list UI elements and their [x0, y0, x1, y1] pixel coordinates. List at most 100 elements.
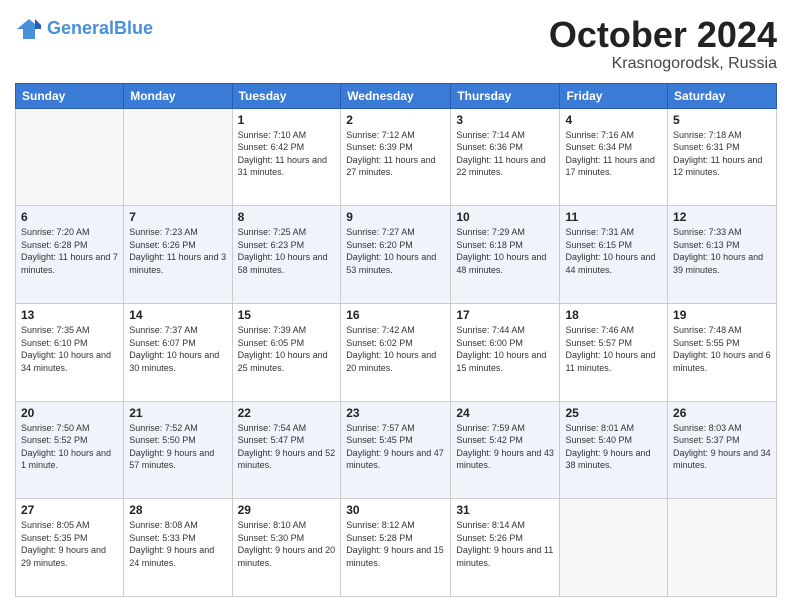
calendar-cell: 14 Sunrise: 7:37 AM Sunset: 6:07 PM Dayli…: [124, 303, 232, 401]
day-number: 30: [346, 503, 445, 517]
logo-line1: General: [47, 18, 114, 38]
weekday-header-tuesday: Tuesday: [232, 83, 341, 108]
day-info: Sunrise: 7:54 AM Sunset: 5:47 PM Dayligh…: [238, 422, 336, 472]
day-number: 14: [129, 308, 226, 322]
day-number: 21: [129, 406, 226, 420]
day-number: 16: [346, 308, 445, 322]
calendar-cell: 5 Sunrise: 7:18 AM Sunset: 6:31 PM Daylig…: [668, 108, 777, 206]
day-info: Sunrise: 8:08 AM Sunset: 5:33 PM Dayligh…: [129, 519, 226, 569]
day-info: Sunrise: 7:50 AM Sunset: 5:52 PM Dayligh…: [21, 422, 118, 472]
day-info: Sunrise: 7:16 AM Sunset: 6:34 PM Dayligh…: [565, 129, 662, 179]
calendar-page: GeneralBlue October 2024 Krasnogorodsk, …: [0, 0, 792, 612]
day-info: Sunrise: 7:33 AM Sunset: 6:13 PM Dayligh…: [673, 226, 771, 276]
day-info: Sunrise: 7:52 AM Sunset: 5:50 PM Dayligh…: [129, 422, 226, 472]
day-info: Sunrise: 7:42 AM Sunset: 6:02 PM Dayligh…: [346, 324, 445, 374]
weekday-header-row: SundayMondayTuesdayWednesdayThursdayFrid…: [16, 83, 777, 108]
calendar-cell: 2 Sunrise: 7:12 AM Sunset: 6:39 PM Daylig…: [341, 108, 451, 206]
day-info: Sunrise: 8:12 AM Sunset: 5:28 PM Dayligh…: [346, 519, 445, 569]
calendar-cell: 12 Sunrise: 7:33 AM Sunset: 6:13 PM Dayli…: [668, 206, 777, 304]
day-info: Sunrise: 7:20 AM Sunset: 6:28 PM Dayligh…: [21, 226, 118, 276]
day-number: 26: [673, 406, 771, 420]
day-number: 15: [238, 308, 336, 322]
weekday-header-monday: Monday: [124, 83, 232, 108]
day-number: 13: [21, 308, 118, 322]
day-number: 8: [238, 210, 336, 224]
day-number: 27: [21, 503, 118, 517]
day-info: Sunrise: 7:14 AM Sunset: 6:36 PM Dayligh…: [456, 129, 554, 179]
day-info: Sunrise: 7:31 AM Sunset: 6:15 PM Dayligh…: [565, 226, 662, 276]
day-info: Sunrise: 7:39 AM Sunset: 6:05 PM Dayligh…: [238, 324, 336, 374]
day-info: Sunrise: 8:01 AM Sunset: 5:40 PM Dayligh…: [565, 422, 662, 472]
logo-line2: Blue: [114, 18, 153, 38]
day-number: 2: [346, 113, 445, 127]
day-number: 20: [21, 406, 118, 420]
day-info: Sunrise: 8:10 AM Sunset: 5:30 PM Dayligh…: [238, 519, 336, 569]
day-info: Sunrise: 8:05 AM Sunset: 5:35 PM Dayligh…: [21, 519, 118, 569]
location-subtitle: Krasnogorodsk, Russia: [549, 55, 777, 73]
calendar-week-5: 27 Sunrise: 8:05 AM Sunset: 5:35 PM Dayli…: [16, 499, 777, 597]
calendar-cell: 26 Sunrise: 8:03 AM Sunset: 5:37 PM Dayli…: [668, 401, 777, 499]
day-number: 10: [456, 210, 554, 224]
calendar-cell: [124, 108, 232, 206]
weekday-header-saturday: Saturday: [668, 83, 777, 108]
calendar-cell: 13 Sunrise: 7:35 AM Sunset: 6:10 PM Dayli…: [16, 303, 124, 401]
day-info: Sunrise: 8:14 AM Sunset: 5:26 PM Dayligh…: [456, 519, 554, 569]
calendar-cell: 25 Sunrise: 8:01 AM Sunset: 5:40 PM Dayli…: [560, 401, 668, 499]
calendar-cell: 1 Sunrise: 7:10 AM Sunset: 6:42 PM Daylig…: [232, 108, 341, 206]
day-info: Sunrise: 7:23 AM Sunset: 6:26 PM Dayligh…: [129, 226, 226, 276]
day-number: 24: [456, 406, 554, 420]
day-info: Sunrise: 8:03 AM Sunset: 5:37 PM Dayligh…: [673, 422, 771, 472]
calendar-cell: 3 Sunrise: 7:14 AM Sunset: 6:36 PM Daylig…: [451, 108, 560, 206]
day-info: Sunrise: 7:18 AM Sunset: 6:31 PM Dayligh…: [673, 129, 771, 179]
day-number: 1: [238, 113, 336, 127]
calendar-cell: [560, 499, 668, 597]
calendar-cell: 28 Sunrise: 8:08 AM Sunset: 5:33 PM Dayli…: [124, 499, 232, 597]
day-number: 3: [456, 113, 554, 127]
logo: GeneralBlue: [15, 15, 153, 43]
day-number: 23: [346, 406, 445, 420]
header: GeneralBlue October 2024 Krasnogorodsk, …: [15, 15, 777, 73]
weekday-header-friday: Friday: [560, 83, 668, 108]
calendar-cell: 31 Sunrise: 8:14 AM Sunset: 5:26 PM Dayli…: [451, 499, 560, 597]
calendar-cell: 29 Sunrise: 8:10 AM Sunset: 5:30 PM Dayli…: [232, 499, 341, 597]
calendar-week-4: 20 Sunrise: 7:50 AM Sunset: 5:52 PM Dayli…: [16, 401, 777, 499]
calendar-cell: 9Sunrise: 7:27 AM Sunset: 6:20 PM Daylig…: [341, 206, 451, 304]
day-number: 19: [673, 308, 771, 322]
day-info: Sunrise: 7:59 AM Sunset: 5:42 PM Dayligh…: [456, 422, 554, 472]
calendar-table: SundayMondayTuesdayWednesdayThursdayFrid…: [15, 83, 777, 597]
day-number: 12: [673, 210, 771, 224]
day-number: 4: [565, 113, 662, 127]
day-number: 31: [456, 503, 554, 517]
day-number: 25: [565, 406, 662, 420]
day-info: Sunrise: 7:25 AM Sunset: 6:23 PM Dayligh…: [238, 226, 336, 276]
day-number: 5: [673, 113, 771, 127]
day-number: 6: [21, 210, 118, 224]
calendar-cell: 10 Sunrise: 7:29 AM Sunset: 6:18 PM Dayli…: [451, 206, 560, 304]
calendar-cell: 11Sunrise: 7:31 AM Sunset: 6:15 PM Dayli…: [560, 206, 668, 304]
day-info: Sunrise: 7:46 AM Sunset: 5:57 PM Dayligh…: [565, 324, 662, 374]
day-info: Sunrise: 7:35 AM Sunset: 6:10 PM Dayligh…: [21, 324, 118, 374]
calendar-cell: 15 Sunrise: 7:39 AM Sunset: 6:05 PM Dayli…: [232, 303, 341, 401]
day-info: Sunrise: 7:48 AM Sunset: 5:55 PM Dayligh…: [673, 324, 771, 374]
logo-text: GeneralBlue: [47, 19, 153, 39]
logo-icon: [15, 15, 43, 43]
calendar-week-2: 6 Sunrise: 7:20 AM Sunset: 6:28 PM Daylig…: [16, 206, 777, 304]
day-info: Sunrise: 7:37 AM Sunset: 6:07 PM Dayligh…: [129, 324, 226, 374]
calendar-cell: 6 Sunrise: 7:20 AM Sunset: 6:28 PM Daylig…: [16, 206, 124, 304]
calendar-cell: 19 Sunrise: 7:48 AM Sunset: 5:55 PM Dayli…: [668, 303, 777, 401]
day-number: 22: [238, 406, 336, 420]
calendar-cell: 24 Sunrise: 7:59 AM Sunset: 5:42 PM Dayli…: [451, 401, 560, 499]
calendar-cell: 30 Sunrise: 8:12 AM Sunset: 5:28 PM Dayli…: [341, 499, 451, 597]
day-info: Sunrise: 7:12 AM Sunset: 6:39 PM Dayligh…: [346, 129, 445, 179]
day-number: 17: [456, 308, 554, 322]
month-title: October 2024: [549, 15, 777, 55]
calendar-cell: 27 Sunrise: 8:05 AM Sunset: 5:35 PM Dayli…: [16, 499, 124, 597]
day-number: 29: [238, 503, 336, 517]
day-number: 28: [129, 503, 226, 517]
day-info: Sunrise: 7:10 AM Sunset: 6:42 PM Dayligh…: [238, 129, 336, 179]
calendar-cell: [668, 499, 777, 597]
weekday-header-thursday: Thursday: [451, 83, 560, 108]
day-info: Sunrise: 7:29 AM Sunset: 6:18 PM Dayligh…: [456, 226, 554, 276]
day-number: 9: [346, 210, 445, 224]
calendar-cell: 8 Sunrise: 7:25 AM Sunset: 6:23 PM Daylig…: [232, 206, 341, 304]
